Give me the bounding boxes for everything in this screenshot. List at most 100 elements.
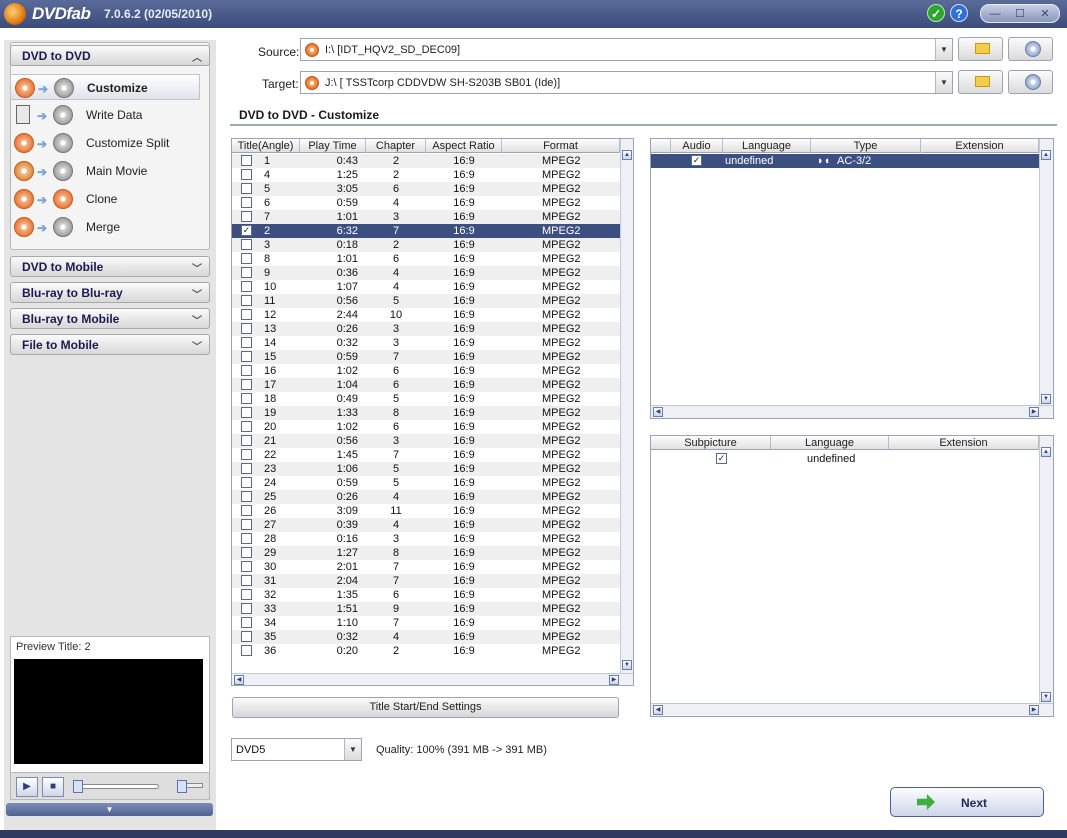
- category-bluray-to-bluray[interactable]: Blu-ray to Blu-ray ﹀: [10, 282, 210, 303]
- title-checkbox[interactable]: [241, 267, 252, 278]
- titles-horizontal-scrollbar[interactable]: ◀ ▶: [232, 673, 633, 685]
- title-row[interactable]: 15 0:59 7 16:9 MPEG2: [232, 350, 620, 364]
- title-checkbox[interactable]: [241, 561, 252, 572]
- mode-customize-split[interactable]: ➔ Customize Split: [10, 130, 200, 156]
- audio-row[interactable]: ✓ undefined ◗◖ AC-3/2: [651, 154, 1039, 168]
- title-checkbox[interactable]: [241, 617, 252, 628]
- title-row[interactable]: 27 0:39 4 16:9 MPEG2: [232, 518, 620, 532]
- title-checkbox[interactable]: [241, 533, 252, 544]
- title-checkbox[interactable]: [241, 505, 252, 516]
- col-extension[interactable]: Extension: [889, 436, 1039, 450]
- title-row[interactable]: 8 1:01 6 16:9 MPEG2: [232, 252, 620, 266]
- scroll-right-icon[interactable]: ▶: [1029, 407, 1039, 417]
- target-disc-button[interactable]: [1008, 70, 1053, 94]
- col-extension[interactable]: Extension: [921, 139, 1039, 153]
- mode-merge[interactable]: ➔ Merge: [10, 214, 200, 240]
- subpicture-horizontal-scrollbar[interactable]: ◀ ▶: [651, 703, 1053, 716]
- title-row[interactable]: 20 1:02 6 16:9 MPEG2: [232, 420, 620, 434]
- title-checkbox[interactable]: [241, 603, 252, 614]
- title-checkbox[interactable]: [241, 211, 252, 222]
- audio-checkbox[interactable]: ✓: [691, 155, 702, 166]
- scroll-down-icon[interactable]: ▼: [1041, 394, 1051, 404]
- mode-customize[interactable]: ➔ Customize: [10, 74, 200, 100]
- col-language[interactable]: Language: [771, 436, 889, 450]
- play-icon[interactable]: ▶: [16, 777, 38, 797]
- title-checkbox[interactable]: [241, 393, 252, 404]
- subpicture-vertical-scrollbar[interactable]: ▲ ▼: [1039, 436, 1053, 704]
- title-checkbox[interactable]: [241, 239, 252, 250]
- scroll-up-icon[interactable]: ▲: [1041, 150, 1051, 160]
- title-checkbox[interactable]: [241, 197, 252, 208]
- title-row[interactable]: 25 0:26 4 16:9 MPEG2: [232, 490, 620, 504]
- title-row[interactable]: 3 0:18 2 16:9 MPEG2: [232, 238, 620, 252]
- scroll-right-icon[interactable]: ▶: [609, 675, 619, 685]
- scroll-up-icon[interactable]: ▲: [622, 150, 632, 160]
- title-checkbox[interactable]: [241, 491, 252, 502]
- maximize-icon[interactable]: ☐: [1009, 7, 1031, 21]
- source-browse-button[interactable]: [958, 37, 1003, 61]
- audio-horizontal-scrollbar[interactable]: ◀ ▶: [651, 405, 1053, 418]
- title-row[interactable]: 36 0:20 2 16:9 MPEG2: [232, 644, 620, 658]
- title-row[interactable]: 17 1:04 6 16:9 MPEG2: [232, 378, 620, 392]
- title-checkbox[interactable]: [241, 575, 252, 586]
- dropdown-arrow-icon[interactable]: ▼: [935, 72, 952, 93]
- col-audio[interactable]: Audio: [671, 139, 723, 153]
- title-row[interactable]: 9 0:36 4 16:9 MPEG2: [232, 266, 620, 280]
- seek-thumb[interactable]: [73, 780, 83, 793]
- title-checkbox[interactable]: [241, 463, 252, 474]
- scroll-up-icon[interactable]: ▲: [1041, 447, 1051, 457]
- volume-thumb[interactable]: [177, 780, 187, 793]
- col-chapter[interactable]: Chapter: [366, 139, 426, 153]
- check-icon[interactable]: ✓: [927, 4, 945, 22]
- titles-vertical-scrollbar[interactable]: ▲ ▼: [620, 139, 633, 673]
- scroll-left-icon[interactable]: ◀: [234, 675, 244, 685]
- title-row[interactable]: 33 1:51 9 16:9 MPEG2: [232, 602, 620, 616]
- col-type[interactable]: Type: [811, 139, 921, 153]
- title-checkbox[interactable]: [241, 281, 252, 292]
- title-row[interactable]: 24 0:59 5 16:9 MPEG2: [232, 476, 620, 490]
- title-row[interactable]: 13 0:26 3 16:9 MPEG2: [232, 322, 620, 336]
- title-row[interactable]: 21 0:56 3 16:9 MPEG2: [232, 434, 620, 448]
- mode-clone[interactable]: ➔ Clone: [10, 186, 200, 212]
- mode-write-data[interactable]: ➔ Write Data: [10, 102, 200, 128]
- title-checkbox[interactable]: ✓: [241, 225, 252, 236]
- title-row[interactable]: 16 1:02 6 16:9 MPEG2: [232, 364, 620, 378]
- audio-vertical-scrollbar[interactable]: ▲ ▼: [1039, 139, 1053, 406]
- dropdown-arrow-icon[interactable]: ▼: [344, 739, 361, 760]
- title-row[interactable]: 29 1:27 8 16:9 MPEG2: [232, 546, 620, 560]
- source-disc-button[interactable]: [1008, 37, 1053, 61]
- category-file-to-mobile[interactable]: File to Mobile ﹀: [10, 334, 210, 355]
- category-dvd-to-mobile[interactable]: DVD to Mobile ﹀: [10, 256, 210, 277]
- title-checkbox[interactable]: [241, 645, 252, 656]
- title-row[interactable]: 7 1:01 3 16:9 MPEG2: [232, 210, 620, 224]
- title-checkbox[interactable]: [241, 183, 252, 194]
- category-bluray-to-mobile[interactable]: Blu-ray to Mobile ﹀: [10, 308, 210, 329]
- title-checkbox[interactable]: [241, 365, 252, 376]
- title-checkbox[interactable]: [241, 323, 252, 334]
- minimize-icon[interactable]: —: [984, 7, 1006, 21]
- title-row[interactable]: 35 0:32 4 16:9 MPEG2: [232, 630, 620, 644]
- target-select[interactable]: J:\ [ TSSTcorp CDDVDW SH-S203B SB01 (Ide…: [300, 71, 953, 94]
- col-subpicture[interactable]: Subpicture: [651, 436, 771, 450]
- title-row[interactable]: ✓ 2 6:32 7 16:9 MPEG2: [232, 224, 620, 238]
- title-row[interactable]: 14 0:32 3 16:9 MPEG2: [232, 336, 620, 350]
- title-checkbox[interactable]: [241, 295, 252, 306]
- title-checkbox[interactable]: [241, 435, 252, 446]
- scroll-down-icon[interactable]: ▼: [622, 660, 632, 670]
- title-checkbox[interactable]: [241, 351, 252, 362]
- title-checkbox[interactable]: [241, 631, 252, 642]
- title-row[interactable]: 11 0:56 5 16:9 MPEG2: [232, 294, 620, 308]
- category-dvd-to-dvd[interactable]: DVD to DVD ︿: [10, 45, 210, 66]
- title-row[interactable]: 22 1:45 7 16:9 MPEG2: [232, 448, 620, 462]
- title-row[interactable]: 10 1:07 4 16:9 MPEG2: [232, 280, 620, 294]
- seek-slider[interactable]: [73, 784, 159, 789]
- help-icon[interactable]: ?: [950, 4, 968, 22]
- title-checkbox[interactable]: [241, 379, 252, 390]
- scroll-left-icon[interactable]: ◀: [653, 407, 663, 417]
- scroll-down-icon[interactable]: ▼: [1041, 692, 1051, 702]
- title-row[interactable]: 23 1:06 5 16:9 MPEG2: [232, 462, 620, 476]
- title-checkbox[interactable]: [241, 547, 252, 558]
- title-checkbox[interactable]: [241, 477, 252, 488]
- title-checkbox[interactable]: [241, 337, 252, 348]
- title-checkbox[interactable]: [241, 155, 252, 166]
